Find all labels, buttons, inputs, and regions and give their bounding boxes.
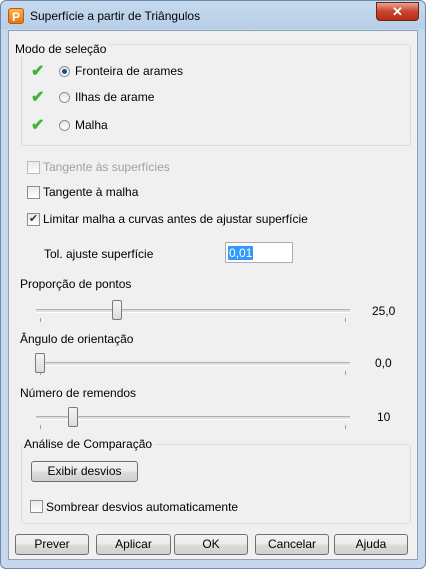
point-ratio-tick-start: [40, 318, 41, 322]
preview-button[interactable]: Prever: [15, 534, 89, 555]
point-ratio-slider-thumb[interactable]: [112, 300, 122, 320]
radio-wire-islands-label[interactable]: Ilhas de arame: [75, 90, 154, 104]
apply-button[interactable]: Aplicar: [96, 534, 171, 555]
orientation-angle-slider-thumb[interactable]: [35, 353, 45, 373]
close-button[interactable]: ✕: [376, 2, 419, 21]
patch-count-track[interactable]: [36, 416, 350, 420]
green-check-icon: ✔: [31, 117, 45, 134]
limit-mesh-label[interactable]: Limitar malha a curvas antes de ajustar …: [43, 212, 308, 226]
orientation-angle-track[interactable]: [36, 362, 350, 366]
point-ratio-label: Proporção de pontos: [20, 277, 132, 291]
auto-shade-label[interactable]: Sombrear desvios automaticamente: [46, 500, 238, 514]
radio-wire-boundary-label[interactable]: Fronteira de arames: [75, 64, 183, 78]
app-icon: P: [8, 8, 24, 24]
dialog-window: P Superfície a partir de Triângulos ✕ Mo…: [0, 0, 426, 569]
point-ratio-value: 25,0: [372, 304, 396, 318]
tolerance-value: 0,01: [228, 246, 254, 260]
green-check-icon: ✔: [31, 63, 45, 80]
radio-wire-boundary[interactable]: [59, 66, 70, 77]
orientation-angle-value: 0,0: [375, 356, 392, 370]
close-icon: ✕: [392, 4, 403, 19]
selection-mode-label: Modo de seleção: [13, 42, 109, 56]
patch-count-slider-thumb[interactable]: [68, 407, 78, 427]
help-button[interactable]: Ajuda: [334, 534, 408, 555]
auto-shade-checkbox[interactable]: [30, 500, 43, 513]
tolerance-input[interactable]: 0,01: [225, 242, 293, 263]
tolerance-label: Tol. ajuste superfície: [44, 247, 154, 261]
tangent-mesh-label[interactable]: Tangente à malha: [43, 185, 138, 199]
ok-button[interactable]: OK: [174, 534, 248, 555]
limit-mesh-checkbox[interactable]: ✔: [27, 213, 40, 226]
cancel-button[interactable]: Cancelar: [255, 534, 329, 555]
green-check-icon: ✔: [31, 89, 45, 106]
radio-wire-islands[interactable]: [59, 92, 70, 103]
checkbox-check-icon: ✔: [28, 213, 39, 225]
window-title: Superfície a partir de Triângulos: [30, 9, 201, 23]
point-ratio-track[interactable]: [36, 309, 350, 313]
tangent-surfaces-checkbox[interactable]: [27, 161, 40, 174]
show-deviations-button[interactable]: Exibir desvios: [31, 461, 138, 482]
comparison-label: Análise de Comparação: [22, 437, 155, 451]
title-bar[interactable]: P Superfície a partir de Triângulos ✕: [1, 1, 425, 31]
tangent-mesh-checkbox[interactable]: [27, 186, 40, 199]
patch-count-label: Número de remendos: [20, 386, 137, 400]
orientation-angle-label: Ângulo de orientação: [20, 332, 134, 346]
radio-mesh[interactable]: [59, 120, 70, 131]
point-ratio-tick-end: [345, 318, 346, 322]
radio-mesh-label[interactable]: Malha: [75, 118, 108, 132]
tangent-surfaces-label: Tangente às superfícies: [43, 160, 170, 174]
dialog-body: Modo de seleção ✔ Fronteira de arames ✔ …: [8, 30, 418, 560]
orientation-angle-tick-end: [345, 371, 346, 375]
patch-count-value: 10: [377, 410, 391, 424]
patch-count-tick-start: [40, 425, 41, 429]
patch-count-tick-end: [345, 425, 346, 429]
